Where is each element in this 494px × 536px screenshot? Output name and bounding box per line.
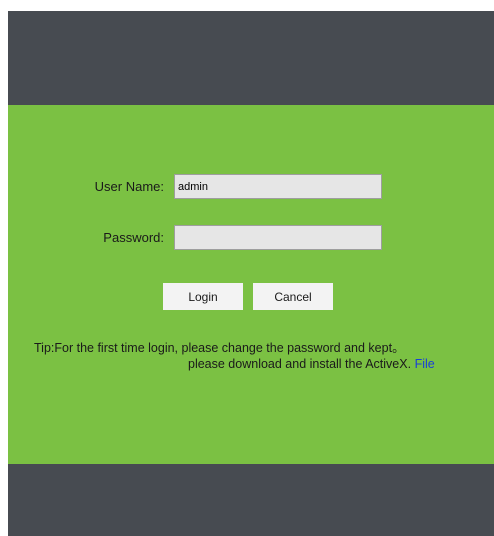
footer-band	[8, 464, 494, 536]
password-input[interactable]	[174, 225, 382, 250]
file-download-link[interactable]: File	[415, 357, 435, 371]
password-label: Password:	[103, 230, 164, 245]
login-page: User Name: Password: Login Cancel Tip:Fo…	[8, 8, 494, 536]
cancel-button[interactable]: Cancel	[253, 283, 333, 310]
login-panel: User Name: Password: Login Cancel Tip:Fo…	[8, 105, 494, 464]
login-button[interactable]: Login	[163, 283, 243, 310]
tip-line-first-login: Tip:For the first time login, please cha…	[34, 341, 405, 355]
username-label: User Name:	[94, 179, 164, 194]
username-input[interactable]	[174, 174, 382, 199]
tip-line-activex: please download and install the ActiveX.…	[188, 357, 435, 371]
header-band	[8, 11, 494, 105]
activex-instruction: please download and install the ActiveX.	[188, 357, 412, 371]
